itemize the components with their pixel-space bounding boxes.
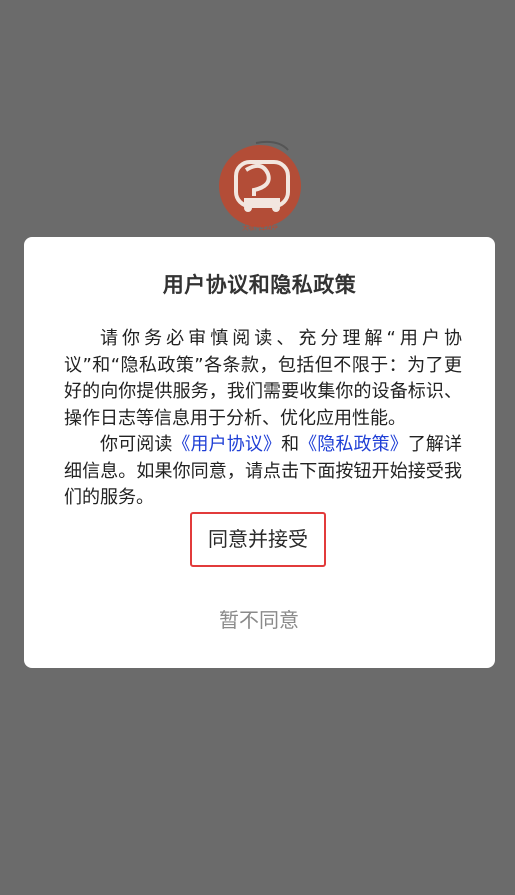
privacy-dialog: 用户协议和隐私政策 请你务必审慎阅读、充分理解“用户协议”和“隐私政策”各条款，… bbox=[24, 237, 495, 668]
app-logo: 大咖汽车APP bbox=[218, 140, 308, 240]
dialog-body: 请你务必审慎阅读、充分理解“用户协议”和“隐私政策”各条款，包括但不限于：为了更… bbox=[64, 326, 462, 512]
dialog-paragraph-1: 请你务必审慎阅读、充分理解“用户协议”和“隐私政策”各条款，包括但不限于：为了更… bbox=[64, 328, 462, 429]
bus-logo-icon: 大咖汽车APP bbox=[219, 140, 301, 232]
accept-button[interactable]: 同意并接受 bbox=[190, 512, 326, 567]
paragraph-2-text-middle: 和 bbox=[281, 434, 300, 455]
user-agreement-link[interactable]: 《用户协议》 bbox=[172, 434, 281, 455]
dialog-paragraph-2: 你可阅读《用户协议》和《隐私政策》了解详细信息。如果你同意，请点击下面按钮开始接… bbox=[64, 432, 462, 512]
privacy-policy-link[interactable]: 《隐私政策》 bbox=[299, 434, 408, 455]
dialog-title: 用户协议和隐私政策 bbox=[162, 273, 357, 297]
decline-button[interactable]: 暂不同意 bbox=[184, 601, 334, 635]
paragraph-2-text-before: 你可阅读 bbox=[100, 434, 173, 455]
logo-caption: 大咖汽车APP bbox=[242, 224, 278, 232]
